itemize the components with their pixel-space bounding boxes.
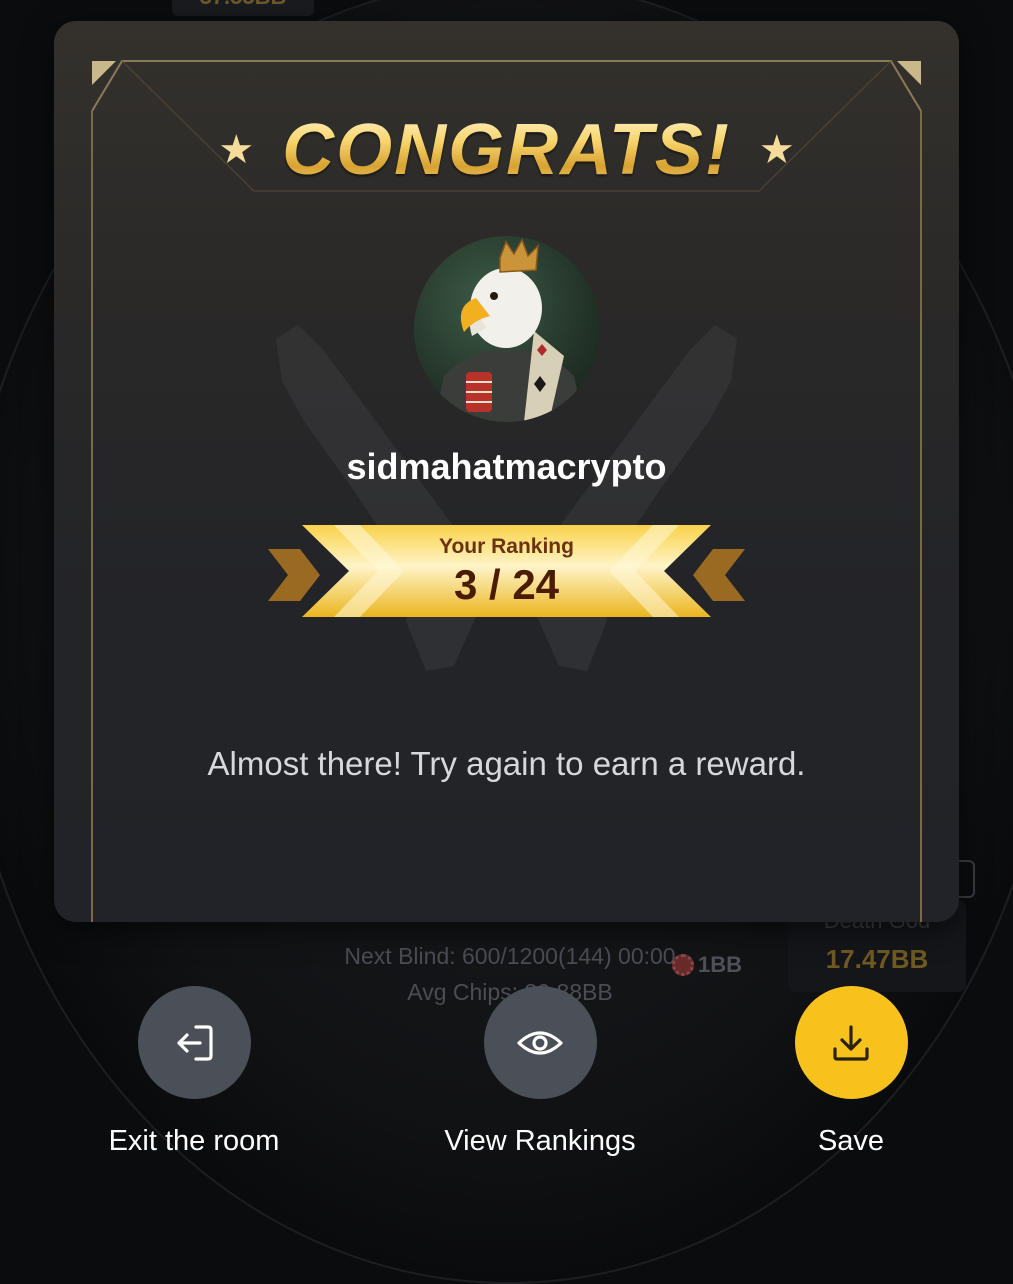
username: sidmahatmacrypto [346,446,667,487]
save-label[interactable]: Save [741,1125,961,1158]
blind-badge-text: 1BB [698,952,743,977]
congrats-modal: ★ CONGRATS! ★ sidmahatmacrypto Your Rank… [54,21,959,922]
exit-icon [177,1024,213,1061]
view-rankings-button[interactable] [483,986,597,1099]
save-action[interactable]: Save [741,986,961,1158]
congrats-heading: ★ CONGRATS! ★ [54,109,959,191]
star-icon: ★ [218,128,255,172]
avatar [414,236,600,422]
eye-icon [517,1030,563,1055]
save-button[interactable] [794,986,908,1099]
eagle-avatar-icon [434,238,584,422]
result-message: Almost there! Try again to earn a reward… [207,745,806,782]
exit-room-label[interactable]: Exit the room [84,1125,304,1158]
ranking-value: 3 / 24 [453,561,560,608]
view-rankings-action[interactable]: View Rankings [430,986,650,1158]
seat-chip-count: 17.47BB [825,944,929,974]
ranking-label: Your Ranking [439,535,574,558]
exit-room-button[interactable] [137,986,251,1099]
poker-chip-icon [672,954,694,976]
download-icon [833,1024,869,1061]
exit-room-action[interactable]: Exit the room [84,986,304,1158]
blind-badge: 1BB [672,952,742,978]
star-icon: ★ [758,128,795,172]
view-rankings-label[interactable]: View Rankings [430,1125,650,1158]
background-chip-count: 37.53BB [172,0,314,16]
congrats-title: CONGRATS! [282,110,731,190]
